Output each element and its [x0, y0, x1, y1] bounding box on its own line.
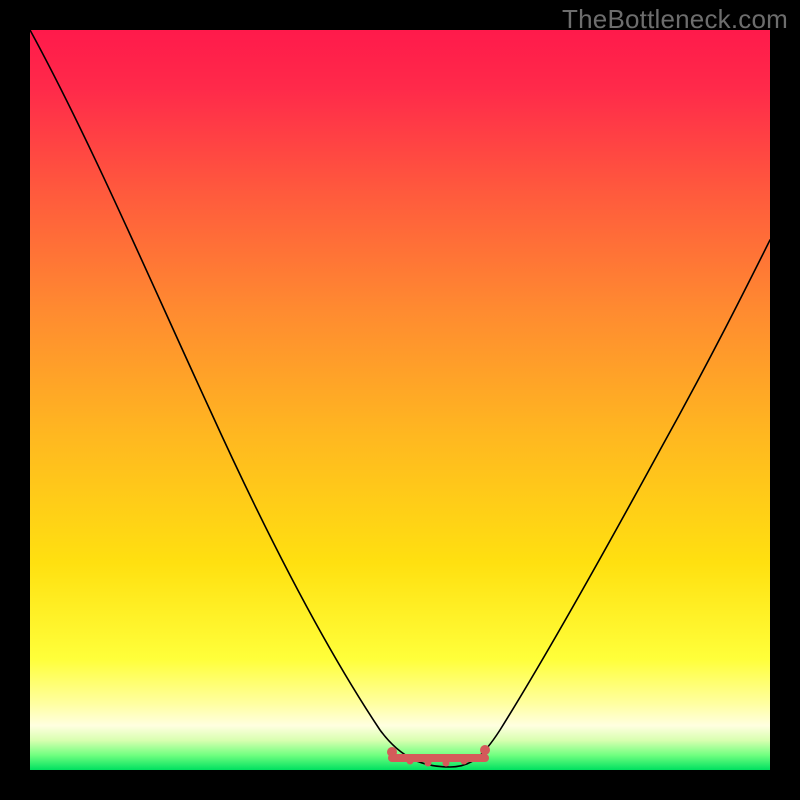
highlight-region — [387, 745, 490, 767]
chart-svg — [30, 30, 770, 770]
chart-frame: TheBottleneck.com — [0, 0, 800, 800]
bottleneck-curve-path — [30, 30, 770, 767]
chart-plot-area — [30, 30, 770, 770]
